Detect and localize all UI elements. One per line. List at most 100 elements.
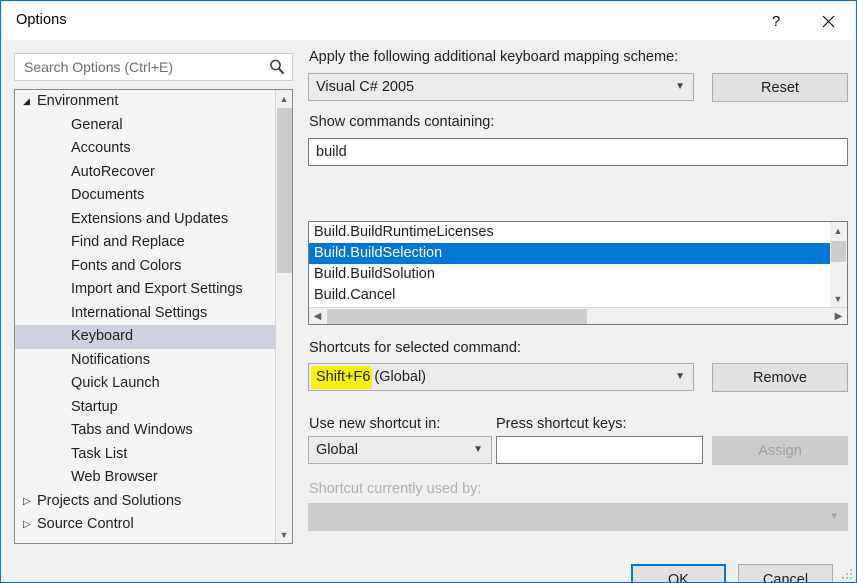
tree-item-label: Accounts: [71, 140, 131, 156]
scroll-right-icon[interactable]: ▶: [830, 308, 847, 324]
ok-button-label: OK: [668, 571, 689, 583]
search-box[interactable]: [14, 53, 293, 81]
options-tree[interactable]: ◢ Environment General Accounts AutoRecover Do…: [14, 89, 293, 544]
tree-item-tabs-and-windows[interactable]: Tabs and Windows: [15, 419, 292, 443]
mapping-scheme-combobox[interactable]: Visual C# 2005 ▼: [308, 73, 694, 101]
search-input[interactable]: [22, 54, 262, 80]
tree-item-label: Notifications: [71, 351, 150, 368]
expander-collapsed-icon[interactable]: ▷: [23, 513, 35, 537]
tree-item-keyboard[interactable]: Keyboard: [15, 325, 292, 349]
reset-button[interactable]: Reset: [712, 73, 848, 102]
tree-item-label: Web Browser: [71, 469, 158, 485]
tree-item-documents[interactable]: Documents: [15, 184, 292, 208]
tree-item-fonts-and-colors[interactable]: Fonts and Colors: [15, 255, 292, 279]
command-filter-input[interactable]: [309, 139, 847, 165]
remove-button-label: Remove: [753, 369, 807, 386]
use-in-label: Use new shortcut in:: [309, 416, 441, 432]
search-icon[interactable]: [268, 58, 286, 76]
use-new-shortcut-in-value: Global: [316, 442, 358, 458]
filter-label: Show commands containing:: [309, 114, 495, 130]
close-button[interactable]: [805, 2, 851, 40]
tree-item-quick-launch[interactable]: Quick Launch: [15, 372, 292, 396]
command-label: Build.BuildRuntimeLicenses: [314, 224, 494, 240]
press-shortcut-keys-input[interactable]: [497, 437, 702, 463]
tree-item-label: Keyboard: [71, 328, 134, 344]
chevron-down-icon: ▼: [473, 444, 483, 455]
tree-item-extensions-and-updates[interactable]: Extensions and Updates: [15, 208, 292, 232]
tree-item-notifications[interactable]: Notifications: [15, 349, 292, 373]
tree-item-import-and-export-settings[interactable]: Import and Export Settings: [15, 278, 292, 302]
tree-item-list: ◢ Environment General Accounts AutoRecover Do…: [15, 90, 292, 537]
commands-list: Build.BuildRuntimeLicenses Build.BuildSel…: [309, 222, 847, 306]
scroll-left-icon[interactable]: ◀: [309, 308, 326, 324]
question-mark-icon: ?: [771, 12, 781, 30]
tree-item-projects-and-solutions[interactable]: ▷ Projects and Solutions: [15, 490, 292, 514]
reset-button-label: Reset: [761, 79, 799, 96]
shortcuts-label: Shortcuts for selected command:: [309, 340, 521, 356]
tree-item-label: Startup: [71, 398, 118, 415]
tree-item-web-browser[interactable]: Web Browser: [15, 466, 292, 490]
tree-item-label: Find and Replace: [71, 234, 185, 250]
tree-item-task-list[interactable]: Task List: [15, 443, 292, 467]
tree-item-label: Source Control: [37, 516, 134, 532]
tree-item-label: Environment: [37, 93, 119, 109]
assigned-shortcut-value: Shift+F6 (Global): [316, 364, 426, 390]
help-button[interactable]: ?: [753, 2, 799, 40]
press-keys-label: Press shortcut keys:: [496, 416, 627, 432]
used-by-label: Shortcut currently used by:: [309, 481, 482, 497]
command-list-item[interactable]: Build.BuildSelection: [309, 243, 847, 264]
scrollbar-thumb[interactable]: [327, 309, 587, 324]
options-dialog: Options ? ◢Env: [0, 0, 857, 583]
scrollbar-thumb[interactable]: [831, 241, 846, 262]
window-title: Options: [16, 12, 67, 28]
commands-listbox[interactable]: Build.BuildRuntimeLicenses Build.BuildSel…: [308, 221, 848, 325]
tree-item-general[interactable]: General: [15, 114, 292, 138]
command-label: Build.BuildSolution: [314, 266, 435, 282]
tree-item-label: General: [71, 116, 123, 133]
use-new-shortcut-in-combobox[interactable]: Global ▼: [308, 436, 492, 464]
tree-item-label: Import and Export Settings: [71, 281, 243, 297]
tree-item-find-and-replace[interactable]: Find and Replace: [15, 231, 292, 255]
tree-item-startup[interactable]: Startup: [15, 396, 292, 420]
dialog-body: ◢Environment General Accounts AutoRecover Do…: [2, 40, 856, 583]
assign-button[interactable]: Assign: [712, 436, 848, 465]
scrollbar-thumb[interactable]: [277, 108, 292, 273]
resize-grip[interactable]: [840, 567, 852, 579]
tree-item-label: Task List: [71, 445, 128, 462]
tree-item-autorecover[interactable]: AutoRecover: [15, 161, 292, 185]
chevron-down-icon: ▼: [675, 81, 685, 92]
tree-item-international-settings[interactable]: International Settings: [15, 302, 292, 326]
scroll-up-icon[interactable]: ▲: [276, 90, 292, 107]
tree-item-accounts[interactable]: Accounts: [15, 137, 292, 161]
commands-horizontal-scrollbar[interactable]: ◀ ▶: [309, 307, 847, 324]
shortcut-scope-text: (Global): [370, 369, 427, 385]
assigned-shortcut-combobox[interactable]: Shift+F6 (Global) ▼: [308, 363, 694, 391]
cancel-button[interactable]: Cancel: [738, 564, 833, 582]
assign-button-label: Assign: [758, 442, 802, 459]
command-list-item[interactable]: Build.BuildRuntimeLicenses: [309, 222, 847, 243]
expander-expanded-icon[interactable]: ◢: [23, 90, 35, 114]
command-list-item[interactable]: Build.BuildSolution: [309, 264, 847, 285]
tree-item-environment[interactable]: ◢ Environment: [15, 90, 292, 114]
tree-item-source-control[interactable]: ▷ Source Control: [15, 513, 292, 537]
scroll-down-icon[interactable]: ▼: [830, 290, 846, 307]
command-list-item[interactable]: Build.Cancel: [309, 285, 847, 306]
scroll-down-icon[interactable]: ▼: [276, 526, 292, 543]
tree-item-label: International Settings: [71, 304, 208, 321]
remove-button[interactable]: Remove: [712, 363, 848, 392]
shortcut-used-by-combobox: ▼: [308, 503, 848, 531]
ok-button[interactable]: OK: [631, 564, 726, 583]
scheme-label: Apply the following additional keyboard …: [309, 49, 679, 65]
press-shortcut-keys-field[interactable]: [496, 436, 703, 464]
tree-item-label: Tabs and Windows: [71, 422, 193, 438]
expander-collapsed-icon[interactable]: ▷: [23, 490, 35, 514]
shortcut-key-text: Shift+F6: [316, 369, 371, 385]
commands-vertical-scrollbar[interactable]: ▲ ▼: [830, 222, 847, 307]
command-filter-field[interactable]: [308, 138, 848, 166]
scroll-up-icon[interactable]: ▲: [830, 222, 846, 239]
tree-vertical-scrollbar[interactable]: ▲ ▼: [275, 90, 292, 543]
command-label: Build.Cancel: [314, 287, 396, 303]
chevron-down-icon: ▼: [675, 371, 685, 382]
tree-item-label: Quick Launch: [71, 375, 160, 391]
tree-item-label: Projects and Solutions: [37, 492, 182, 509]
